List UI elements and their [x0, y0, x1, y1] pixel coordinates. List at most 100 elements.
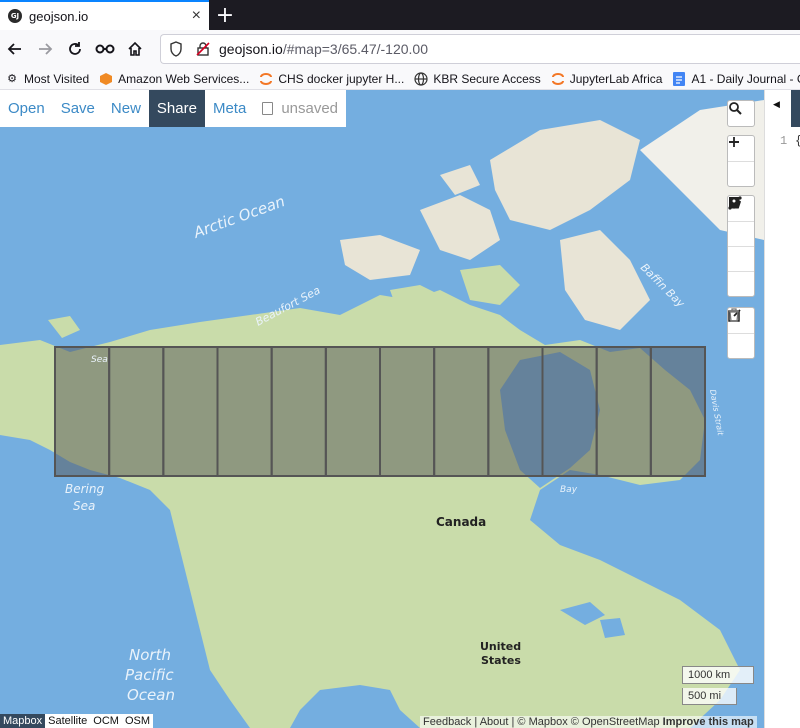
browser-tab[interactable]: GJ geojson.io × [0, 0, 209, 30]
label-canada: Canada [436, 515, 486, 529]
home-button[interactable] [120, 34, 150, 64]
new-tab-button[interactable]: + [212, 0, 238, 30]
forward-button[interactable] [30, 34, 60, 64]
grid-cell-feature[interactable] [595, 346, 652, 477]
draw-marker-button[interactable] [728, 197, 754, 296]
bookmark-jupyterlab-africa[interactable]: JupyterLab Africa [546, 72, 668, 86]
reload-button[interactable] [60, 34, 90, 64]
label-ocean: Ocean [127, 686, 175, 704]
label-bering: Bering [65, 482, 104, 496]
back-arrow-icon [7, 43, 21, 55]
file-status-label: unsaved [281, 100, 339, 117]
draw-polygon-button[interactable] [728, 197, 754, 246]
layer-switcher: Mapbox Satellite OCM OSM [0, 714, 154, 728]
top-menu: Open Save New Share Meta unsaved [0, 90, 347, 127]
scale-mi: 500 mi [682, 688, 737, 705]
marker-icon [730, 197, 738, 209]
bookmark-label: KBR Secure Access [433, 71, 541, 86]
layer-osm[interactable]: OSM [121, 714, 154, 728]
private-mask-button[interactable] [90, 34, 120, 64]
map-canvas[interactable]: Arctic Ocean Beaufort Sea Baffin Bay Ber… [0, 90, 764, 728]
label-bering-sea: Sea [73, 499, 95, 513]
grid-cell-feature[interactable] [108, 346, 165, 477]
bookmark-aws[interactable]: Amazon Web Services... [94, 72, 254, 86]
about-link[interactable]: About [480, 716, 509, 728]
geojson-favicon-icon: GJ [8, 9, 22, 23]
bookmark-label: JupyterLab Africa [569, 71, 663, 86]
map-attribution: Feedback | About | © Mapbox © OpenStreet… [420, 716, 757, 728]
file-status[interactable]: unsaved [254, 90, 346, 127]
bookmark-most-visited[interactable]: ⚙ Most Visited [0, 72, 94, 86]
bookmark-chs-jupyter[interactable]: CHS docker jupyter H... [254, 72, 409, 86]
aws-icon [99, 72, 113, 86]
meta-button[interactable]: Meta [205, 90, 254, 127]
label-chukchi-sea: Sea [91, 355, 108, 365]
bookmarks-bar: ⚙ Most Visited Amazon Web Services... CH… [0, 68, 800, 90]
label-north: North [129, 646, 171, 664]
bookmark-label: Amazon Web Services... [118, 71, 250, 86]
url-bar[interactable]: geojson.io/#map=3/65.47/-120.00 [160, 34, 800, 64]
search-control [727, 100, 755, 127]
insecure-lock-icon [196, 42, 210, 56]
tab-title: geojson.io [29, 8, 89, 24]
grid-cell-feature[interactable] [379, 346, 436, 477]
mask-icon [95, 44, 115, 54]
basemap: Arctic Ocean Beaufort Sea Baffin Bay Ber… [0, 90, 764, 728]
bookmark-label: Most Visited [24, 71, 90, 86]
forward-arrow-icon [39, 43, 53, 55]
grid-cell-feature[interactable] [54, 346, 111, 477]
zoom-control [727, 135, 755, 187]
search-button[interactable] [728, 101, 754, 126]
label-hudson-bay: Bay [560, 485, 578, 495]
line-number: 1 [780, 134, 788, 148]
open-button[interactable]: Open [0, 90, 53, 127]
save-button[interactable]: Save [53, 90, 103, 127]
feedback-link[interactable]: Feedback [423, 716, 471, 728]
collapse-arrow-icon[interactable]: ◀ [773, 100, 780, 110]
share-button[interactable]: Share [148, 90, 205, 127]
close-tab-icon[interactable]: × [192, 8, 201, 24]
search-icon [729, 102, 742, 115]
scale-km: 1000 km [682, 666, 754, 684]
layer-ocm[interactable]: OCM [90, 714, 122, 728]
bookmark-kbr[interactable]: KBR Secure Access [409, 72, 545, 86]
grid-cell-feature[interactable] [487, 346, 544, 477]
file-icon [262, 102, 274, 115]
jupyter-icon [259, 72, 273, 86]
grid-cell-feature[interactable] [649, 346, 706, 477]
layer-satellite[interactable]: Satellite [45, 714, 91, 728]
zoom-out-button[interactable] [728, 141, 754, 186]
jupyter-icon [551, 72, 565, 86]
grid-cell-feature[interactable] [162, 346, 219, 477]
new-button[interactable]: New [103, 90, 149, 127]
layer-mapbox[interactable]: Mapbox [0, 714, 46, 728]
label-pacific: Pacific [125, 666, 174, 684]
trash-icon [729, 308, 739, 322]
draw-rectangle-button[interactable] [728, 197, 754, 271]
home-icon [128, 41, 142, 56]
bookmark-label: CHS docker jupyter H... [278, 71, 405, 86]
tab-bar: GJ geojson.io × + [0, 0, 800, 30]
label-united: United [480, 640, 521, 653]
delete-layers-button[interactable] [728, 308, 754, 358]
reload-icon [69, 42, 81, 55]
url-path: /#map=3/65.47/-120.00 [282, 41, 428, 57]
grid-cell-feature[interactable] [433, 346, 490, 477]
back-button[interactable] [0, 34, 30, 64]
edit-control [727, 307, 755, 359]
grid-cell-feature[interactable] [216, 346, 273, 477]
mapbox-credit[interactable]: © Mapbox [517, 716, 567, 728]
improve-map-link[interactable]: Improve this map [663, 716, 754, 728]
docs-icon [672, 71, 686, 86]
json-editor-pane: ◀ 1 { [764, 90, 800, 728]
bookmark-label: A1 - Daily Journal - G... [691, 71, 800, 86]
url-host: geojson.io [219, 41, 283, 57]
grid-cell-feature[interactable] [324, 346, 382, 477]
osm-credit[interactable]: © OpenStreetMap [571, 716, 660, 728]
editor-tab[interactable] [791, 90, 800, 127]
label-states: States [481, 654, 521, 667]
code-editor[interactable]: { [795, 134, 800, 148]
bookmark-daily-journal[interactable]: A1 - Daily Journal - G... [667, 71, 800, 86]
grid-cell-feature[interactable] [270, 346, 327, 477]
grid-cell-feature[interactable] [541, 346, 598, 477]
